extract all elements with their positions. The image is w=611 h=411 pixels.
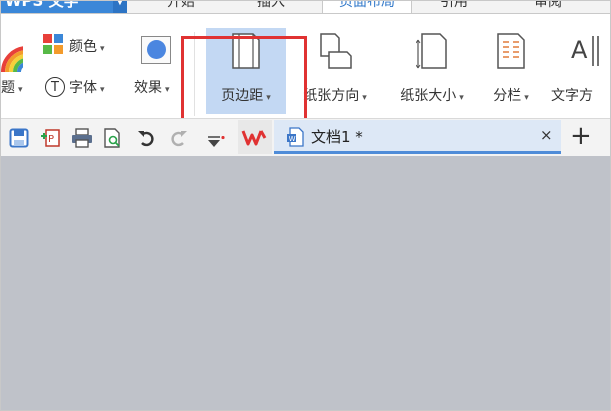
paper-size-label: 纸张大小 [400, 88, 457, 104]
undo-icon[interactable] [137, 128, 157, 148]
app-menu-button[interactable]: WPS 文字 ▼ [1, 1, 127, 13]
theme-button[interactable]: 题 ▾ [1, 77, 23, 97]
color-dropdown-icon: ▾ [100, 44, 105, 54]
print-icon[interactable] [71, 128, 92, 148]
app-window: WPS 文字 ▼ 开始 插入 页面布局 引用 审阅 题 ▾ 颜色 ▾ T 字体 … [0, 0, 611, 411]
print-preview-icon[interactable] [103, 128, 123, 148]
menu-bar: WPS 文字 ▼ 开始 插入 页面布局 引用 审阅 [1, 1, 610, 14]
color-button[interactable]: 颜色 ▾ [43, 34, 105, 58]
wps-logo-icon[interactable] [238, 120, 272, 154]
document-tab[interactable]: W 文档1 * × [274, 120, 561, 154]
font-label: 字体 [69, 80, 97, 96]
document-tab-bar: P W 文档1 * × + [1, 118, 610, 156]
font-button[interactable]: T 字体 ▾ [45, 77, 105, 97]
columns-dropdown-icon: ▾ [524, 93, 529, 103]
redo-icon[interactable] [168, 128, 188, 148]
tab-page-layout[interactable]: 页面布局 [322, 1, 412, 13]
svg-text:W: W [289, 135, 296, 143]
columns-icon [497, 33, 525, 69]
theme-rainbow-icon[interactable] [1, 44, 23, 72]
columns-button[interactable]: 分栏 ▾ [483, 28, 539, 114]
effect-dropdown-icon: ▾ [165, 85, 170, 95]
text-direction-label: 文字方 [551, 88, 593, 104]
new-tab-icon[interactable]: + [570, 121, 592, 151]
app-menu-caret-icon[interactable]: ▼ [113, 1, 127, 13]
effect-button[interactable]: 效果 ▾ [134, 77, 170, 97]
font-dropdown-icon: ▾ [100, 85, 105, 95]
customize-dropdown-icon[interactable] [207, 133, 227, 153]
color-label: 颜色 [69, 39, 97, 55]
columns-label: 分栏 [493, 88, 522, 104]
font-icon: T [45, 77, 65, 97]
svg-text:P: P [48, 134, 54, 145]
effect-label: 效果 [134, 80, 162, 96]
color-grid-icon [43, 34, 63, 58]
paper-size-icon [416, 33, 447, 69]
tab-insert[interactable]: 插入 [227, 1, 315, 13]
theme-label: 题 [1, 80, 15, 96]
convert-icon[interactable]: P [39, 128, 60, 148]
ribbon: 题 ▾ 颜色 ▾ T 字体 ▾ 效果 ▾ 页边距 ▾ 纸张方向 ▾ 纸张大小 ▾… [1, 14, 610, 136]
text-direction-button[interactable]: A 文字方 [549, 28, 610, 114]
save-icon[interactable] [9, 128, 29, 148]
orientation-label: 纸张方向 [303, 88, 360, 104]
paper-size-dropdown-icon: ▾ [459, 93, 464, 103]
orientation-icon [320, 33, 352, 69]
document-file-icon: W [286, 127, 304, 151]
tab-review[interactable]: 审阅 [498, 1, 598, 13]
orientation-dropdown-icon: ▾ [362, 93, 367, 103]
tab-references[interactable]: 引用 [415, 1, 493, 13]
tab-start[interactable]: 开始 [141, 1, 221, 13]
svg-text:A: A [571, 36, 588, 64]
close-tab-icon[interactable]: × [540, 126, 553, 144]
document-workspace[interactable] [1, 156, 610, 410]
theme-dropdown-icon: ▾ [18, 85, 23, 95]
document-tab-title: 文档1 * [311, 128, 363, 146]
app-title: WPS 文字 [5, 1, 79, 10]
paper-size-button[interactable]: 纸张大小 ▾ [389, 28, 475, 114]
effect-icon[interactable] [141, 36, 171, 64]
text-direction-icon: A [571, 36, 599, 66]
